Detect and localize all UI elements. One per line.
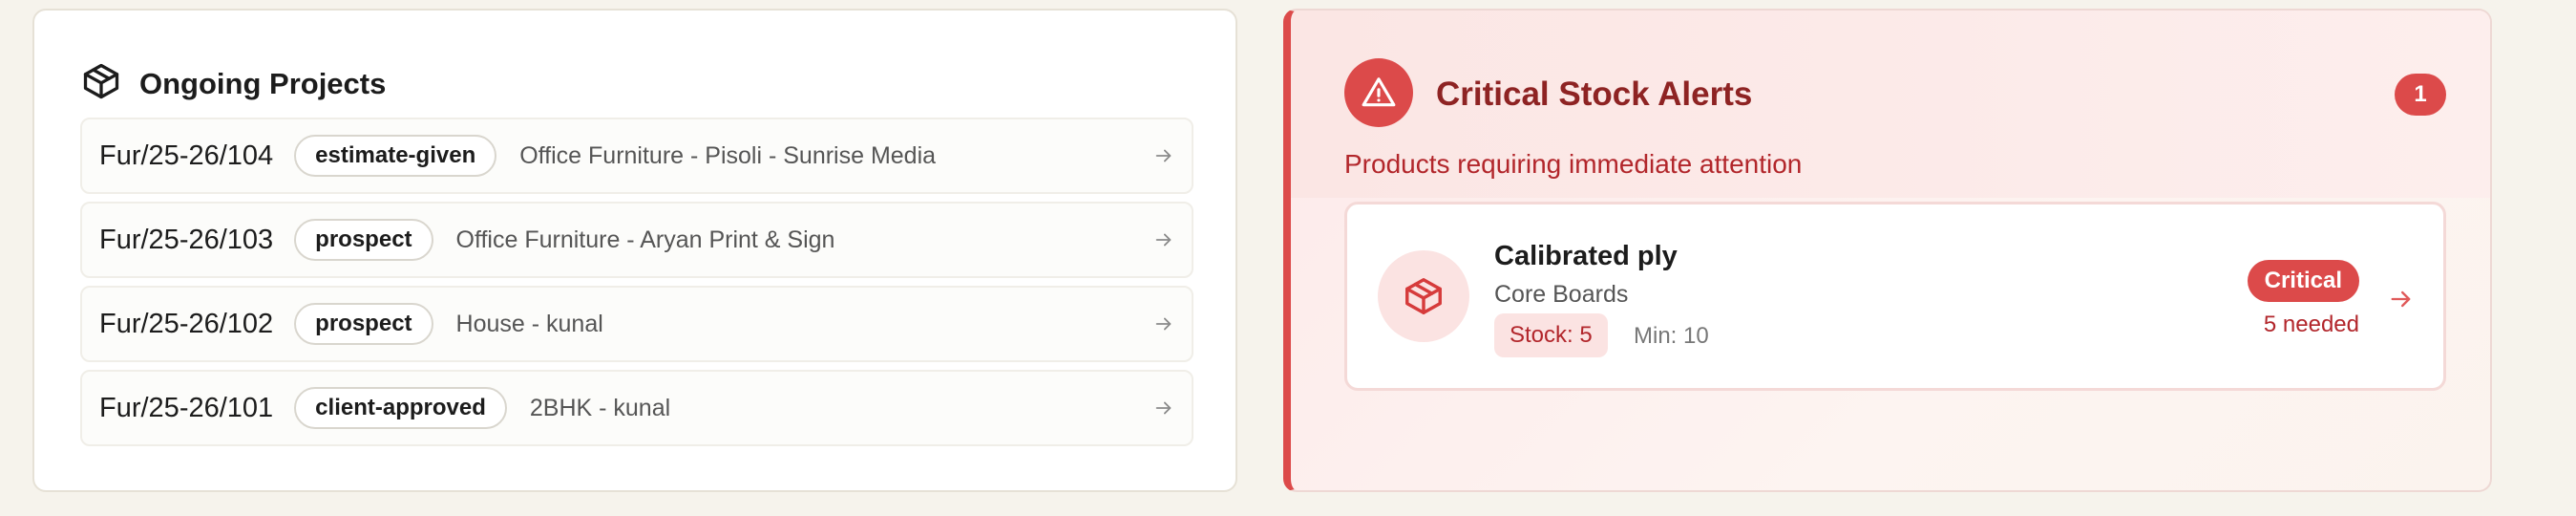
project-status-badge: prospect [294,303,433,345]
ongoing-projects-panel: Ongoing Projects Fur/25-26/104 estimate-… [32,9,1237,492]
project-code: Fur/25-26/103 [99,224,274,255]
project-code: Fur/25-26/101 [99,392,274,423]
stock-alert-card[interactable]: Calibrated ply Core Boards Stock: 5 Min:… [1344,202,2446,391]
arrow-right-icon[interactable] [1153,398,1174,419]
project-description: Office Furniture - Aryan Print & Sign [455,226,835,253]
project-status-badge: estimate-given [294,135,497,177]
product-category: Core Boards [1494,281,1629,308]
project-status-badge: prospect [294,219,433,261]
arrow-right-icon[interactable] [1153,229,1174,250]
project-row[interactable]: Fur/25-26/104 estimate-given Office Furn… [80,118,1193,194]
project-row[interactable]: Fur/25-26/102 prospect House - kunal [80,286,1193,362]
warning-triangle-icon [1344,58,1413,127]
projects-list: Fur/25-26/104 estimate-given Office Furn… [80,118,1193,446]
min-stock-label: Min: 10 [1634,323,1709,349]
arrow-right-icon[interactable] [2388,286,2415,312]
alerts-count-badge: 1 [2395,74,2446,116]
projects-header: Ongoing Projects [80,60,386,107]
project-code: Fur/25-26/104 [99,140,274,171]
alerts-title: Critical Stock Alerts [1436,75,1753,113]
package-icon [80,60,122,107]
arrow-right-icon[interactable] [1153,313,1174,334]
project-row[interactable]: Fur/25-26/101 client-approved 2BHK - kun… [80,370,1193,446]
project-row[interactable]: Fur/25-26/103 prospect Office Furniture … [80,202,1193,278]
critical-badge: Critical [2247,260,2359,302]
product-name: Calibrated ply [1494,241,1678,271]
critical-stock-alerts-panel: Critical Stock Alerts 1 Products requiri… [1283,9,2492,492]
project-status-badge: client-approved [294,387,507,429]
project-description: House - kunal [455,310,603,337]
projects-title: Ongoing Projects [139,66,387,100]
project-description: 2BHK - kunal [529,394,671,421]
stock-level-pill: Stock: 5 [1494,313,1608,357]
arrow-right-icon[interactable] [1153,145,1174,166]
alerts-subtitle: Products requiring immediate attention [1344,149,1803,179]
project-code: Fur/25-26/102 [99,308,274,339]
needed-quantity: 5 needed [2263,312,2359,337]
package-icon [1378,250,1469,342]
project-description: Office Furniture - Pisoli - Sunrise Medi… [519,141,937,169]
